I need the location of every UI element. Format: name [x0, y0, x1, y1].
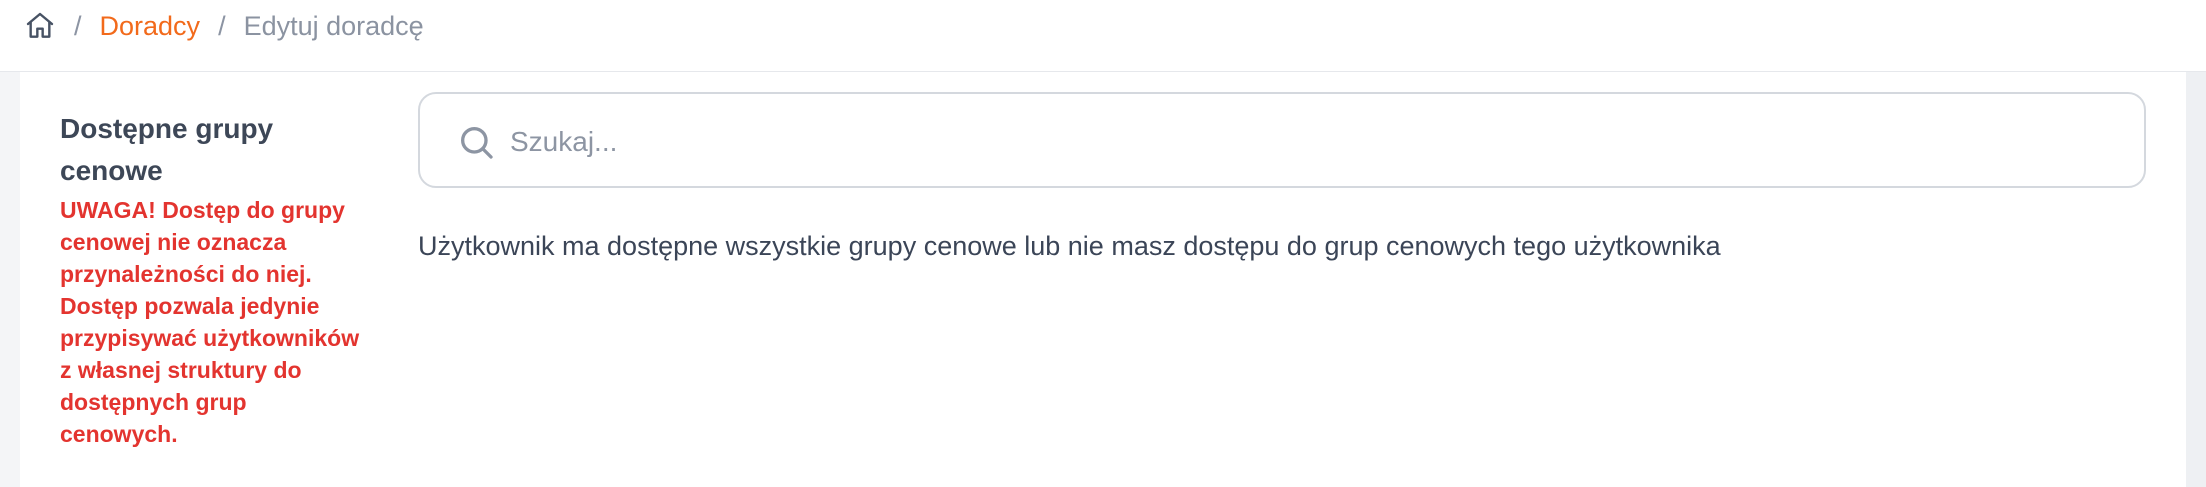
search-box[interactable] [418, 92, 2146, 188]
price-groups-description: Dostępne grupy cenowe UWAGA! Dostęp do g… [60, 108, 360, 450]
search-input[interactable] [508, 114, 2112, 170]
top-bar: / Doradcy / Edytuj doradcę [0, 0, 2206, 72]
breadcrumb-link-advisors[interactable]: Doradcy [100, 9, 201, 43]
warning-text: UWAGA! Dostęp do grupy cenowej nie oznac… [60, 197, 360, 447]
breadcrumb-current-page: Edytuj doradcę [243, 11, 424, 41]
breadcrumb: / Doradcy / Edytuj doradcę [24, 9, 424, 43]
breadcrumb-separator: / [218, 11, 226, 41]
home-icon[interactable] [24, 10, 56, 42]
info-text: Użytkownik ma dostępne wszystkie grupy c… [418, 231, 1721, 261]
section-title: Dostępne grupy cenowe [60, 113, 274, 186]
breadcrumb-separator: / [74, 11, 82, 41]
search-icon [456, 122, 496, 162]
scrollbar[interactable] [2186, 72, 2206, 487]
